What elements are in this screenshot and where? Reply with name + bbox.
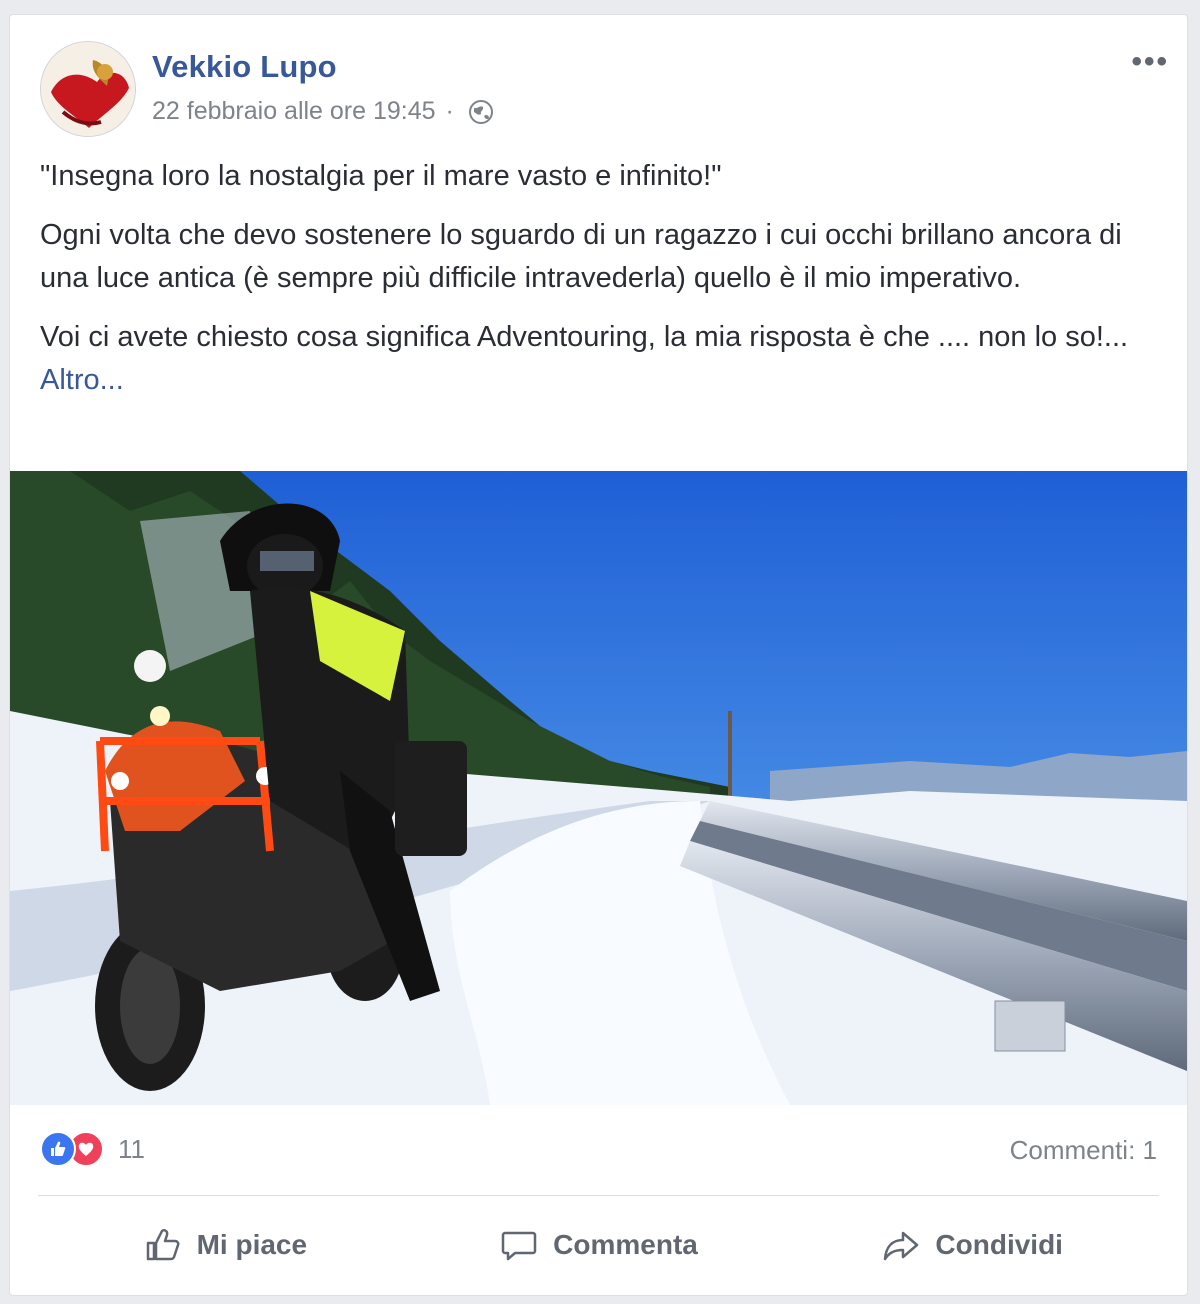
more-options-button[interactable]: ••• bbox=[1131, 45, 1169, 79]
post-photo[interactable] bbox=[10, 471, 1187, 1105]
see-more-link[interactable]: Altro... bbox=[40, 364, 124, 396]
share-button[interactable]: Condividi bbox=[785, 1225, 1159, 1265]
thumbs-up-icon bbox=[146, 1228, 180, 1261]
meta-separator: · bbox=[445, 97, 454, 125]
comment-button-label: Commenta bbox=[553, 1229, 698, 1260]
globe-icon[interactable] bbox=[468, 99, 494, 125]
post-paragraph-1: Ogni volta che devo sostenere lo sguardo… bbox=[40, 219, 1122, 294]
author-name[interactable]: Vekkio Lupo bbox=[152, 49, 337, 85]
share-icon bbox=[884, 1231, 919, 1261]
post-date[interactable]: 22 febbraio alle ore 19:45 bbox=[152, 97, 436, 126]
like-icon bbox=[40, 1131, 76, 1167]
like-button-label: Mi piace bbox=[196, 1229, 308, 1260]
share-button-label: Condividi bbox=[935, 1229, 1063, 1260]
post-quote: "Insegna loro la nostalgia per il mare v… bbox=[40, 160, 722, 192]
comment-icon bbox=[501, 1231, 537, 1261]
post-body: "Insegna loro la nostalgia per il mare v… bbox=[40, 155, 1150, 418]
reactions-count: 11 bbox=[118, 1133, 145, 1164]
motorcycle-snow-photo bbox=[10, 471, 1187, 1105]
action-divider bbox=[38, 1195, 1159, 1196]
action-bar: Mi piace Commenta Condividi bbox=[38, 1211, 1159, 1279]
post-paragraph-2-text: Voi ci avete chiesto cosa significa Adve… bbox=[40, 321, 1129, 353]
comments-count-link[interactable]: Commenti: 1 bbox=[1010, 1135, 1157, 1166]
comment-button[interactable]: Commenta bbox=[412, 1225, 786, 1265]
post-meta: 22 febbraio alle ore 19:45 · bbox=[152, 97, 494, 126]
like-button[interactable]: Mi piace bbox=[38, 1225, 412, 1265]
avatar-image bbox=[41, 42, 135, 136]
avatar[interactable] bbox=[40, 41, 136, 137]
post-card: Vekkio Lupo 22 febbraio alle ore 19:45 ·… bbox=[9, 14, 1188, 1296]
reactions-summary[interactable]: 11 bbox=[40, 1131, 145, 1167]
post-paragraph-2: Voi ci avete chiesto cosa significa Adve… bbox=[40, 316, 1150, 402]
